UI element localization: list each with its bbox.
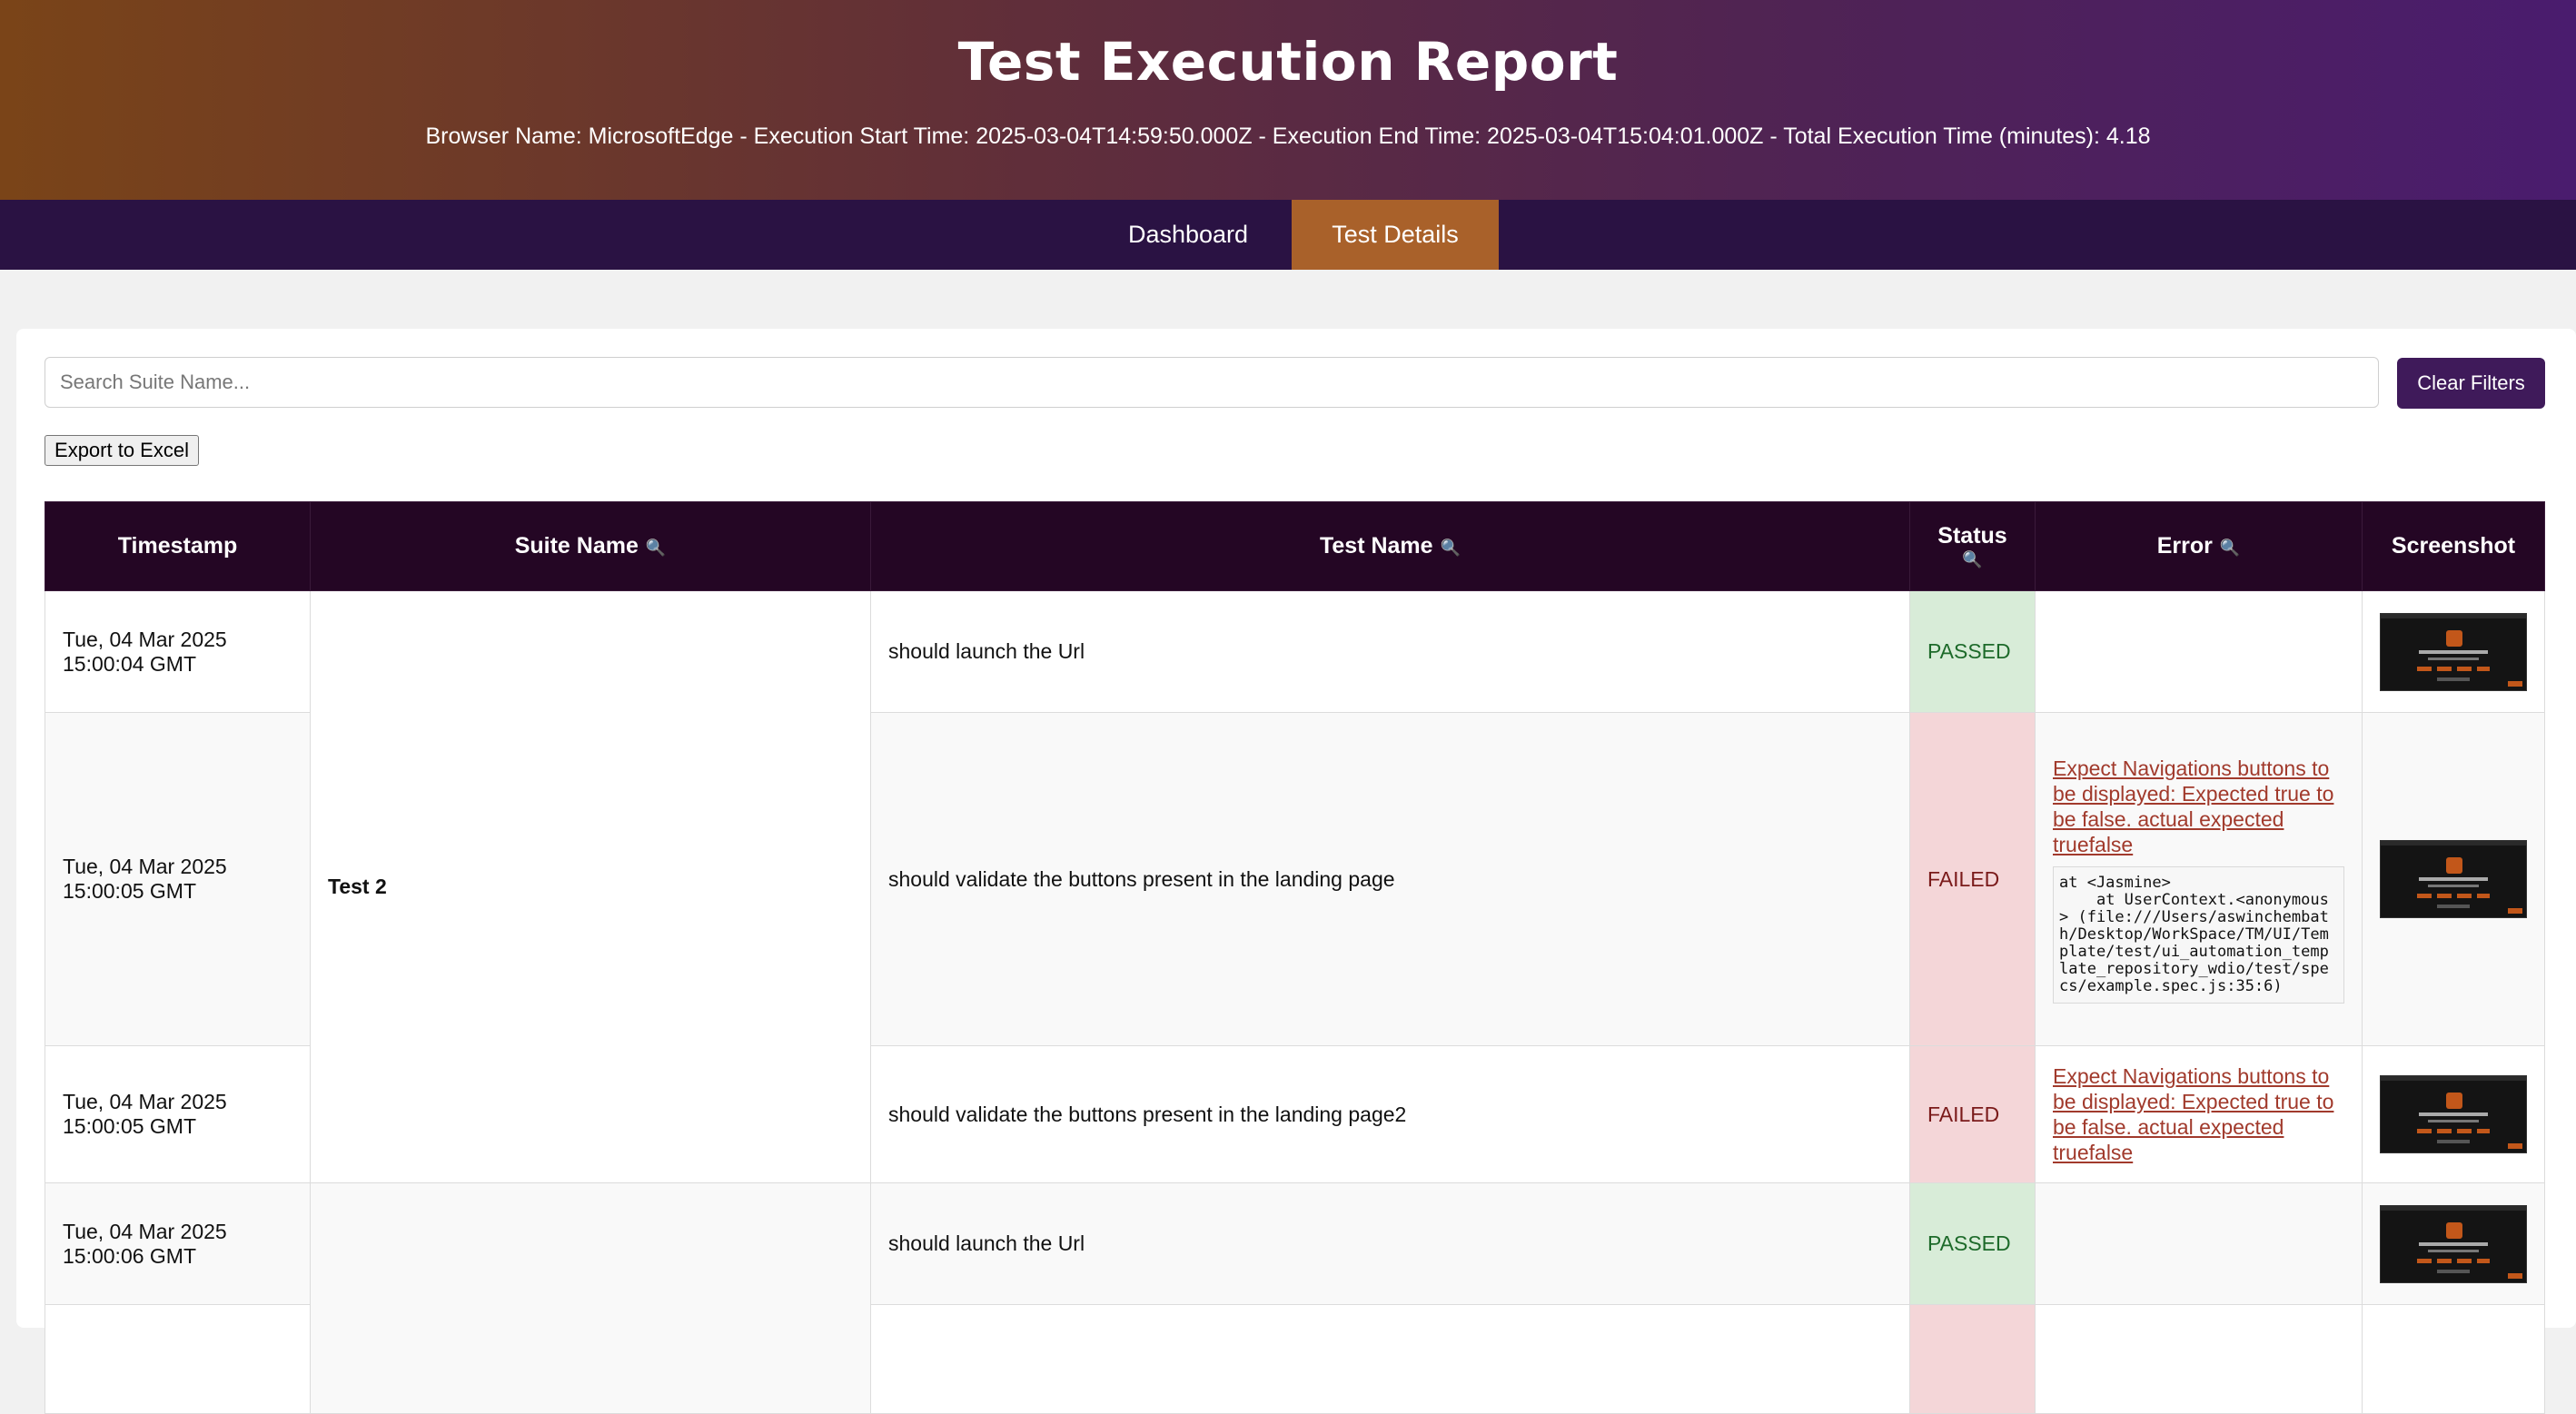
search-icon[interactable]: 🔍 (1441, 539, 1461, 557)
status-badge: FAILED (1909, 1045, 2036, 1183)
test-name-cell: should launch the Url (870, 590, 1910, 713)
screenshot-cell (2362, 1182, 2545, 1305)
suite-name-cell (310, 1182, 871, 1414)
suite-name-cell: Test 2 (310, 590, 871, 1183)
status-badge: PASSED (1909, 1182, 2036, 1305)
tab-test-details[interactable]: Test Details (1292, 200, 1499, 270)
test-name-cell: should validate the buttons present in t… (870, 1045, 1910, 1183)
timestamp-cell: Tue, 04 Mar 2025 15:00:06 GMT (45, 1182, 311, 1305)
screenshot-cell (2362, 1045, 2545, 1183)
error-cell (2035, 1304, 2363, 1414)
timestamp-cell: Tue, 04 Mar 2025 15:00:05 GMT (45, 1045, 311, 1183)
timestamp-cell: Tue, 04 Mar 2025 15:00:04 GMT (45, 590, 311, 713)
column-header-timestamp[interactable]: Timestamp (45, 501, 311, 591)
table-header-row: Timestamp Suite Name 🔍 Test Name 🔍 Status 🔍… (45, 501, 2545, 591)
test-name-cell: should launch the Url (870, 1182, 1910, 1305)
status-badge: FAILED (1909, 712, 2036, 1046)
screenshot-thumbnail[interactable] (2380, 612, 2527, 691)
error-stack-trace: at <Jasmine> at UserContext.<anonymous> … (2053, 865, 2344, 1004)
error-cell: Expect Navigations buttons to be display… (2035, 1045, 2363, 1183)
timestamp-cell (45, 1304, 311, 1414)
screenshot-thumbnail[interactable] (2380, 1075, 2527, 1153)
report-header: Test Execution Report Browser Name: Micr… (0, 0, 2576, 200)
execution-summary: Browser Name: MicrosoftEdge - Execution … (425, 124, 2151, 149)
clear-filters-button[interactable]: Clear Filters (2397, 358, 2545, 409)
results-table: Timestamp Suite Name 🔍 Test Name 🔍 Status 🔍… (45, 501, 2545, 1414)
test-name-cell (870, 1304, 1910, 1414)
status-badge: PASSED (1909, 590, 2036, 713)
table-row: Tue, 04 Mar 2025 15:00:04 GMT Test 2 sho… (45, 590, 2545, 1183)
column-header-error[interactable]: Error 🔍 (2035, 501, 2363, 591)
page-title: Test Execution Report (957, 31, 1619, 93)
screenshot-thumbnail[interactable] (2380, 840, 2527, 918)
error-cell (2035, 1182, 2363, 1305)
screenshot-thumbnail[interactable] (2380, 1204, 2527, 1283)
column-header-test[interactable]: Test Name 🔍 (870, 501, 1910, 591)
error-message-link[interactable]: Expect Navigations buttons to be display… (2053, 1063, 2344, 1165)
tab-dashboard[interactable]: Dashboard (1085, 200, 1292, 270)
search-icon[interactable]: 🔍 (646, 539, 666, 557)
search-icon[interactable]: 🔍 (2220, 539, 2240, 557)
timestamp-cell: Tue, 04 Mar 2025 15:00:05 GMT (45, 712, 311, 1046)
screenshot-cell (2362, 590, 2545, 713)
test-details-panel: Clear Filters Export to Excel Timestamp … (16, 329, 2576, 1414)
error-message-link[interactable]: Expect Navigations buttons to be display… (2053, 756, 2344, 857)
error-cell: Expect Navigations buttons to be display… (2035, 712, 2363, 1046)
top-navigation: Dashboard Test Details (0, 200, 2576, 270)
error-cell (2035, 590, 2363, 713)
export-excel-button[interactable]: Export to Excel (45, 435, 199, 466)
column-header-screenshot: Screenshot (2362, 501, 2545, 591)
search-icon[interactable]: 🔍 (1916, 549, 2029, 569)
screenshot-cell (2362, 1304, 2545, 1414)
column-header-status[interactable]: Status 🔍 (1909, 501, 2036, 591)
table-row: Tue, 04 Mar 2025 15:00:06 GMT should lau… (45, 1182, 2545, 1414)
column-header-suite[interactable]: Suite Name 🔍 (310, 501, 871, 591)
search-suite-input[interactable] (45, 357, 2379, 408)
test-name-cell: should validate the buttons present in t… (870, 712, 1910, 1046)
screenshot-cell (2362, 712, 2545, 1046)
status-badge (1909, 1304, 2036, 1414)
